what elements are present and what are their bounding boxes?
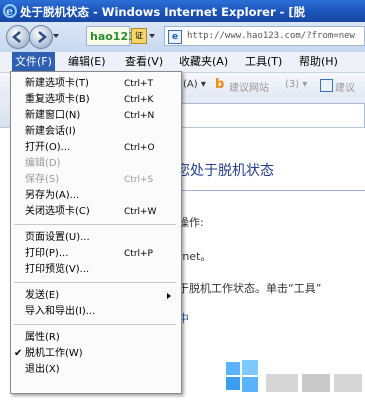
menu-item-exit[interactable]: 退出(X)	[11, 362, 179, 378]
suggested-link-2[interactable]: 建议	[335, 79, 355, 94]
menu-item-label: 页面设置(U)...	[25, 232, 90, 243]
menu-tools[interactable]: 工具(T)	[242, 52, 285, 72]
menu-item-label: 打印(P)...	[25, 248, 69, 259]
menu-item-properties[interactable]: 属性(R)	[11, 330, 179, 346]
menu-item-label: 脱机工作(W)	[25, 348, 83, 359]
menu-item-import-export[interactable]: 导入和导出(I)...	[11, 304, 179, 320]
menu-item-label: 发送(E)	[25, 290, 60, 301]
menu-item-label: 导入和导出(I)...	[25, 306, 96, 317]
menu-item-shortcut: Ctrl+P	[124, 249, 153, 259]
menu-item-label: 保存(S)	[25, 174, 60, 185]
checkmark-icon: ✔	[14, 348, 23, 359]
menu-item-label: 另存为(A)...	[25, 190, 80, 201]
forward-button[interactable]	[29, 25, 53, 49]
menu-item-label: 退出(X)	[25, 364, 60, 375]
content-line-2: rnet。	[178, 250, 212, 263]
menu-item-open[interactable]: 打开(O)... Ctrl+O	[11, 140, 179, 156]
file-menu: 新建选项卡(T) Ctrl+T 重复选项卡(B) Ctrl+K 新建窗口(N) …	[10, 71, 182, 394]
watermark-block-1	[266, 374, 298, 392]
content-divider	[182, 190, 365, 191]
hao123-button[interactable]: hao123	[86, 26, 136, 46]
content-line-3: 于脱机工作状态。单击“工具”	[178, 282, 322, 295]
menu-item-page-setup[interactable]: 页面设置(U)...	[11, 230, 179, 246]
menu-item-label: 重复选项卡(B)	[25, 94, 90, 105]
menu-item-label: 编辑(D)	[25, 158, 61, 169]
menu-view[interactable]: 查看(V)	[122, 52, 166, 72]
menu-item-shortcut: Ctrl+N	[124, 111, 155, 121]
menu-item-save-as[interactable]: 另存为(A)...	[11, 188, 179, 204]
menu-item-shortcut: Ctrl+W	[124, 207, 157, 217]
menu-item-work-offline[interactable]: ✔ 脱机工作(W)	[11, 346, 179, 362]
menu-separator	[14, 282, 176, 283]
hao123-dropdown-arrow[interactable]	[149, 34, 155, 38]
menu-item-label: 关闭选项卡(C)	[25, 206, 90, 217]
submenu-arrow-icon	[167, 293, 171, 299]
windows-logo	[226, 360, 258, 392]
menu-item-send[interactable]: 发送(E)	[11, 288, 179, 304]
suggested-sites-link[interactable]: 建议网站	[229, 79, 269, 94]
menu-favorites[interactable]: 收藏夹(A)	[176, 52, 231, 72]
title-bar: e 处于脱机状态 - Windows Internet Explorer - […	[0, 0, 365, 22]
menu-item-print-preview[interactable]: 打印预览(V)...	[11, 262, 179, 278]
menu-separator	[14, 324, 176, 325]
menu-item-close-tab[interactable]: 关闭选项卡(C) Ctrl+W	[11, 204, 179, 220]
menu-item-edit: 编辑(D)	[11, 156, 179, 172]
bing-icon[interactable]: b	[215, 78, 225, 92]
menu-file[interactable]: 文件(F)	[12, 52, 55, 72]
menu-item-new-window[interactable]: 新建窗口(N) Ctrl+N	[11, 108, 179, 124]
menu-separator	[14, 224, 176, 225]
active-tab[interactable]	[160, 103, 365, 127]
menu-item-new-session[interactable]: 新建会话(I)	[11, 124, 179, 140]
menu-item-shortcut: Ctrl+K	[124, 95, 154, 105]
page-icon: e	[168, 30, 182, 44]
back-arrow-icon	[12, 31, 21, 43]
certificate-icon[interactable]: 证	[131, 28, 147, 44]
favorites-item-a[interactable]: (A) ▾	[183, 79, 206, 90]
menu-edit[interactable]: 编辑(E)	[65, 52, 109, 72]
web-slice-icon	[320, 79, 333, 92]
menu-item-label: 新建窗口(N)	[25, 110, 81, 121]
svg-text:e: e	[6, 5, 13, 18]
menu-item-label: 新建选项卡(T)	[25, 78, 89, 89]
recent-pages-dropdown[interactable]	[53, 34, 59, 38]
menu-item-label: 打印预览(V)...	[25, 264, 90, 275]
menu-item-shortcut: Ctrl+O	[124, 143, 155, 153]
watermark-block-2	[302, 374, 330, 392]
url-field[interactable]: e http://www.hao123.com/?from=new	[164, 26, 365, 46]
menu-item-shortcut: Ctrl+T	[124, 79, 154, 89]
address-toolbar: hao123 证 e http://www.hao123.com/?from=n…	[0, 22, 365, 52]
menu-item-label: 新建会话(I)	[25, 126, 76, 137]
hao123-label: hao123	[90, 30, 136, 43]
menu-item-label: 属性(R)	[25, 332, 60, 343]
ie-icon: e	[3, 4, 17, 18]
back-button[interactable]	[6, 25, 30, 49]
forward-arrow-icon	[38, 31, 47, 43]
menu-item-duplicate-tab[interactable]: 重复选项卡(B) Ctrl+K	[11, 92, 179, 108]
watermark-block-3	[334, 374, 362, 392]
menu-item-label: 打开(O)...	[25, 142, 71, 153]
menu-item-save: 保存(S) Ctrl+S	[11, 172, 179, 188]
window-title: 处于脱机状态 - Windows Internet Explorer - [脱	[20, 5, 306, 19]
menu-item-shortcut: Ctrl+S	[124, 175, 154, 185]
menu-bar: 文件(F) 编辑(E) 查看(V) 收藏夹(A) 工具(T) 帮助(H)	[0, 52, 365, 73]
favorites-item-3[interactable]: (3) ▾	[285, 79, 307, 90]
menu-help[interactable]: 帮助(H)	[296, 52, 341, 72]
menu-item-print[interactable]: 打印(P)... Ctrl+P	[11, 246, 179, 262]
url-text: http://www.hao123.com/?from=new	[187, 31, 355, 41]
menu-item-new-tab[interactable]: 新建选项卡(T) Ctrl+T	[11, 76, 179, 92]
